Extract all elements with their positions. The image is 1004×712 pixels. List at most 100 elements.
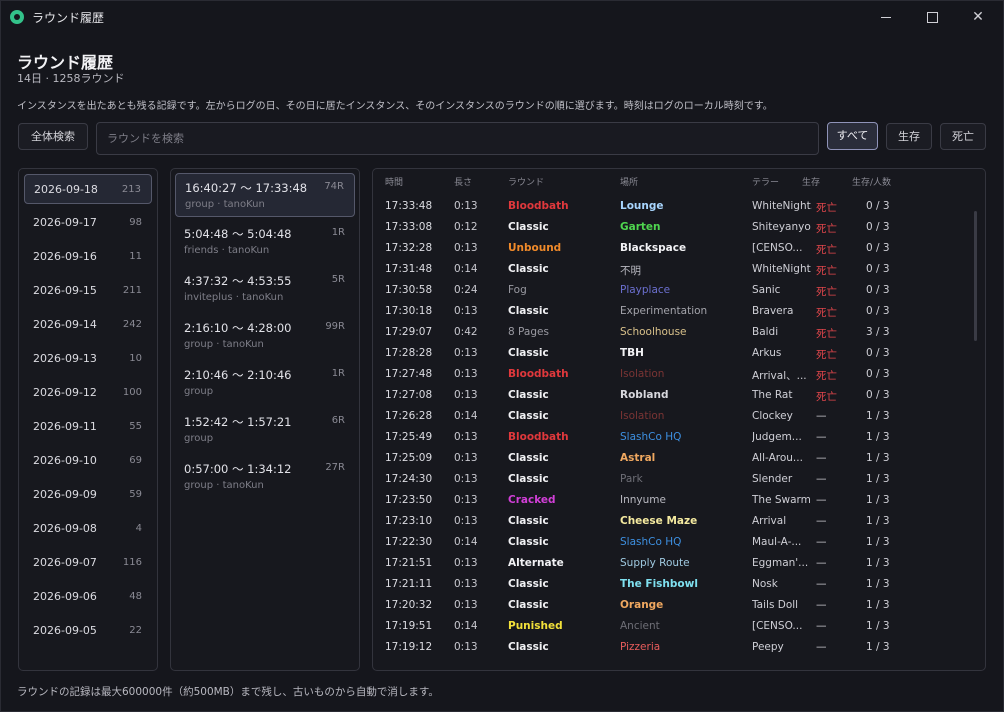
search-input[interactable]: [97, 123, 807, 154]
instance-item[interactable]: 16:40:27 〜 17:33:48 74R group · tanoKun: [175, 173, 355, 217]
header-status[interactable]: 生存: [802, 175, 820, 188]
table-row[interactable]: 17:26:28 0:14 Classic Isolation Clockey — 1 / …: [373, 406, 973, 427]
table-row[interactable]: 17:19:51 0:14 Punished Ancient [CENSO... — 1 /…: [373, 616, 973, 637]
instance-item[interactable]: 2:16:10 〜 4:28:00 99R group · tanoKun: [175, 314, 355, 358]
table-row[interactable]: 17:33:48 0:13 Bloodbath Lounge WhiteNight...…: [373, 196, 973, 217]
round-type: Classic: [508, 263, 549, 275]
date-item[interactable]: 2026-09-09 59: [24, 480, 152, 510]
table-row[interactable]: 17:22:30 0:14 Classic SlashCo HQ Maul-A-... —…: [373, 532, 973, 553]
table-scrollbar[interactable]: [974, 211, 977, 341]
round-history-window: ラウンド履歴 ✕ ラウンド履歴 14日 · 1258ラウンド インスタンスを出た…: [0, 0, 1004, 712]
date-item[interactable]: 2026-09-11 55: [24, 412, 152, 442]
header-length[interactable]: 長さ: [454, 175, 472, 188]
date-label: 2026-09-17: [33, 216, 97, 229]
maximize-button[interactable]: [909, 1, 955, 33]
table-row[interactable]: 17:32:28 0:13 Unbound Blackspace [CENSO... 死亡…: [373, 238, 973, 259]
survival-ratio: 0 / 3: [866, 347, 890, 359]
close-button[interactable]: ✕: [955, 1, 1001, 33]
date-round-count: 22: [129, 625, 142, 636]
survival-status: —: [816, 515, 827, 527]
round-length: 0:13: [454, 347, 478, 359]
table-row[interactable]: 17:21:51 0:13 Alternate Supply Route Eggman'…: [373, 553, 973, 574]
date-label: 2026-09-14: [33, 318, 97, 331]
date-item[interactable]: 2026-09-14 242: [24, 310, 152, 340]
survival-ratio: 0 / 3: [866, 242, 890, 254]
date-item[interactable]: 2026-09-08 4: [24, 514, 152, 544]
survival-status: 死亡: [816, 370, 837, 382]
round-length: 0:13: [454, 200, 478, 212]
round-terror: Shiteyanyo: [752, 221, 811, 233]
maximize-icon: [926, 11, 938, 23]
instance-item[interactable]: 0:57:00 〜 1:34:12 27R group · tanoKun: [175, 455, 355, 499]
survival-status: —: [816, 557, 827, 569]
instance-item[interactable]: 1:52:42 〜 1:57:21 6R group: [175, 408, 355, 452]
table-row[interactable]: 17:30:18 0:13 Classic Experimentation Braver…: [373, 301, 973, 322]
instance-item[interactable]: 5:04:48 〜 5:04:48 1R friends · tanoKun: [175, 220, 355, 264]
table-row[interactable]: 17:27:48 0:13 Bloodbath Isolation Arrival、..…: [373, 364, 973, 385]
header-round[interactable]: ラウンド: [508, 175, 544, 188]
survival-status: 死亡: [816, 202, 837, 214]
survival-status: —: [816, 536, 827, 548]
table-row[interactable]: 17:33:08 0:12 Classic Garten Shiteyanyo 死亡 0 /…: [373, 217, 973, 238]
date-item[interactable]: 2026-09-15 211: [24, 276, 152, 306]
survival-ratio: 1 / 3: [866, 620, 890, 632]
table-row[interactable]: 17:29:07 0:42 8 Pages Schoolhouse Baldi 死亡 3 /…: [373, 322, 973, 343]
table-row[interactable]: 17:24:30 0:13 Classic Park Slender — 1 / 3: [373, 469, 973, 490]
table-row[interactable]: 17:23:10 0:13 Classic Cheese Maze Arrival — 1 …: [373, 511, 973, 532]
filter-dead-button[interactable]: 死亡: [940, 123, 986, 150]
survival-ratio: 1 / 3: [866, 557, 890, 569]
date-item[interactable]: 2026-09-07 116: [24, 548, 152, 578]
header-time[interactable]: 時間: [385, 175, 403, 188]
search-box[interactable]: [96, 122, 819, 155]
table-row[interactable]: 17:30:58 0:24 Fog Playplace Sanic 死亡 0 / 3: [373, 280, 973, 301]
date-item[interactable]: 2026-09-10 69: [24, 446, 152, 476]
date-item[interactable]: 2026-09-12 100: [24, 378, 152, 408]
round-type: Classic: [508, 515, 549, 527]
date-item[interactable]: 2026-09-16 11: [24, 242, 152, 272]
header-place[interactable]: 場所: [620, 175, 638, 188]
survival-ratio: 0 / 3: [866, 263, 890, 275]
round-type: Bloodbath: [508, 368, 569, 380]
table-row[interactable]: 17:21:11 0:13 Classic The Fishbowl Nosk — 1 / …: [373, 574, 973, 595]
date-item[interactable]: 2026-09-06 48: [24, 582, 152, 612]
round-place: Innyume: [620, 494, 666, 506]
round-place: The Fishbowl: [620, 578, 698, 590]
filter-alive-button[interactable]: 生存: [886, 123, 932, 150]
instance-item[interactable]: 2:10:46 〜 2:10:46 1R group: [175, 361, 355, 405]
instance-time-range: 0:57:00 〜 1:34:12: [184, 462, 292, 476]
date-round-count: 242: [122, 319, 142, 330]
table-row[interactable]: 17:28:28 0:13 Classic TBH Arkus 死亡 0 / 3: [373, 343, 973, 364]
date-item[interactable]: 2026-09-05 22: [24, 616, 152, 646]
table-row[interactable]: 17:27:08 0:13 Classic Robland The Rat 死亡 0 / 3: [373, 385, 973, 406]
round-time: 17:27:08: [385, 389, 433, 401]
date-label: 2026-09-09: [33, 488, 97, 501]
header-terror[interactable]: テラー: [752, 175, 779, 188]
date-item[interactable]: 2026-09-17 98: [24, 208, 152, 238]
date-item[interactable]: 2026-09-13 10: [24, 344, 152, 374]
table-row[interactable]: 17:31:48 0:14 Classic 不明 WhiteNight 死亡 0 / 3: [373, 259, 973, 280]
table-row[interactable]: 17:25:49 0:13 Bloodbath SlashCo HQ Judgem...…: [373, 427, 973, 448]
round-type: Bloodbath: [508, 431, 569, 443]
round-length: 0:13: [454, 578, 478, 590]
filter-all-button[interactable]: すべて: [827, 122, 878, 150]
table-row[interactable]: 17:19:12 0:13 Classic Pizzeria Peepy — 1 / 3: [373, 637, 973, 658]
round-terror: Peepy: [752, 641, 784, 653]
round-place: Isolation: [620, 410, 665, 422]
survival-status: —: [816, 410, 827, 422]
date-item[interactable]: 2026-09-18 213: [24, 174, 152, 204]
instance-item[interactable]: 4:37:32 〜 4:53:55 5R inviteplus · tanoKun: [175, 267, 355, 311]
round-terror: Arkus: [752, 347, 782, 359]
round-place: Supply Route: [620, 557, 690, 569]
all-search-button[interactable]: 全体検索: [18, 123, 88, 150]
round-type: Classic: [508, 473, 549, 485]
table-row[interactable]: 17:20:32 0:13 Classic Orange Tails Doll — 1 / …: [373, 595, 973, 616]
table-row[interactable]: 17:25:09 0:13 Classic Astral All-Arou... — 1 /…: [373, 448, 973, 469]
round-place: Experimentation: [620, 305, 708, 317]
round-length: 0:13: [454, 557, 478, 569]
round-length: 0:14: [454, 620, 478, 632]
round-length: 0:13: [454, 452, 478, 464]
instance-time-range: 16:40:27 〜 17:33:48: [185, 181, 308, 195]
table-row[interactable]: 17:23:50 0:13 Cracked Innyume The Swarm — 1 / …: [373, 490, 973, 511]
header-ratio[interactable]: 生存/人数: [852, 175, 891, 188]
minimize-button[interactable]: [863, 1, 909, 33]
